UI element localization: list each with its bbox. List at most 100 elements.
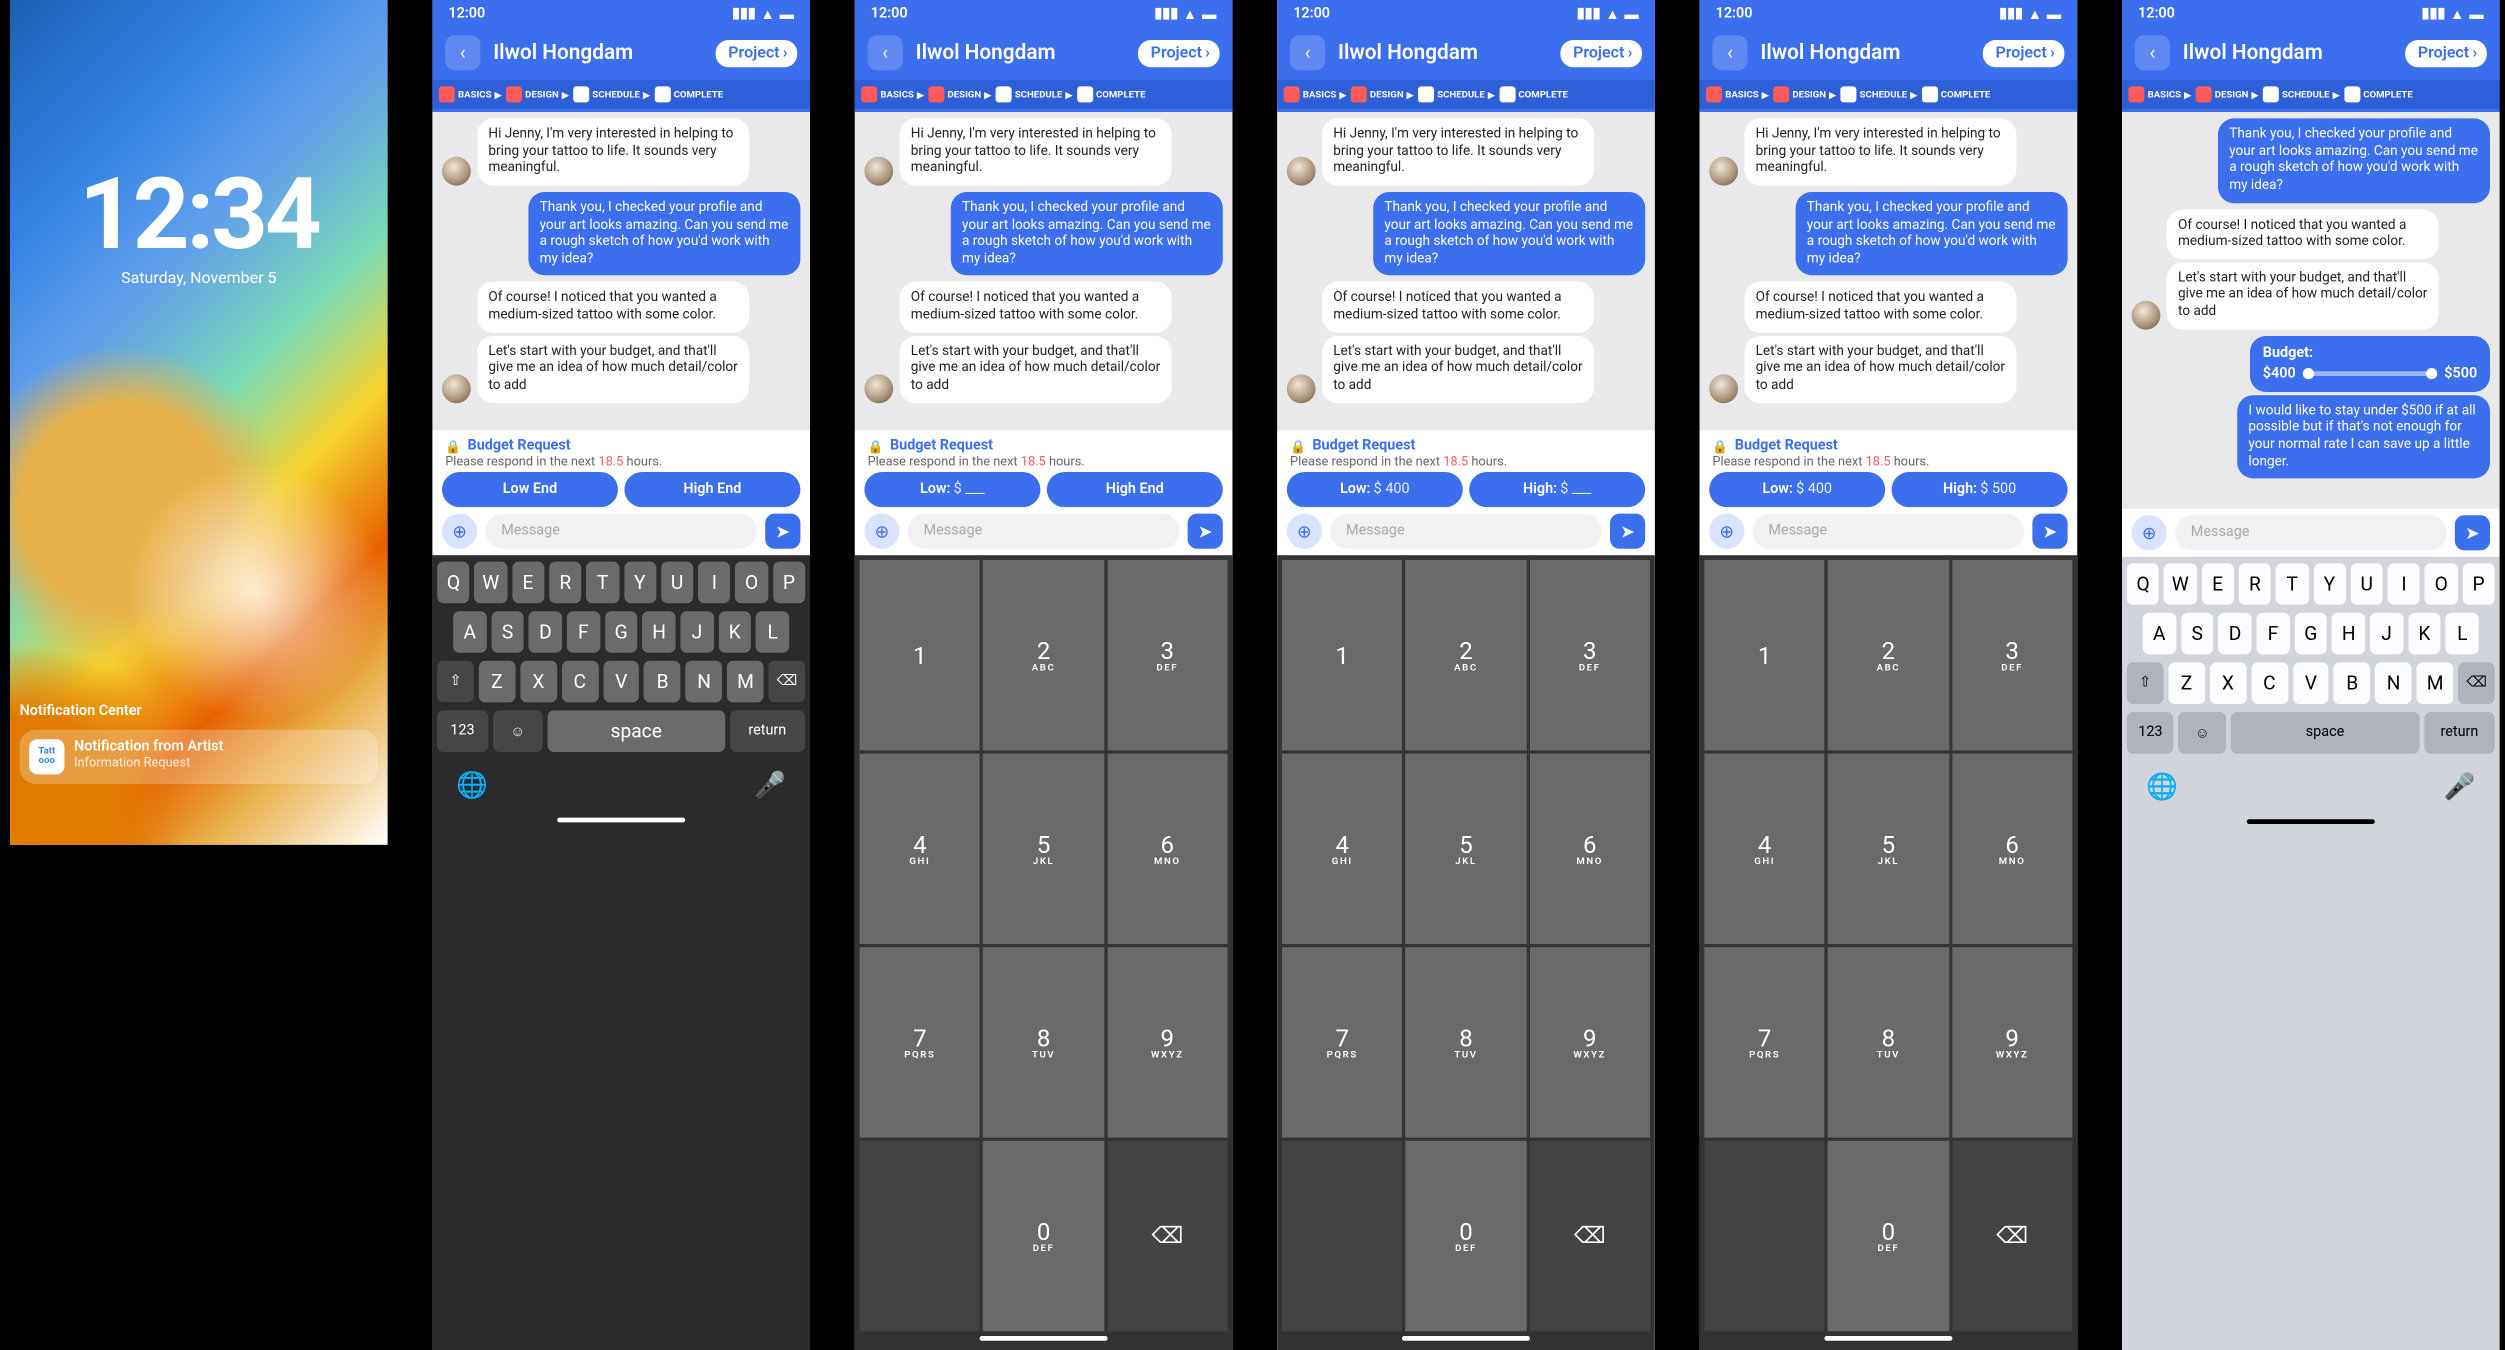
phone-lockscreen: 12:00 ▮▮▮ ▲ ▬ 12:34 Saturday, November 5… bbox=[10, 0, 388, 845]
budget-request-title: 🔒Budget Request bbox=[445, 438, 797, 454]
notification-card[interactable]: Tatt ooo Notification from Artist Inform… bbox=[20, 730, 378, 784]
chevron-right-icon: › bbox=[783, 44, 788, 62]
numbers-key[interactable]: 123 bbox=[437, 710, 488, 752]
mic-icon[interactable]: 🎤 bbox=[754, 770, 786, 800]
attach-button[interactable]: ⊕ bbox=[442, 514, 477, 549]
pill-complete[interactable]: COMPLETE bbox=[654, 85, 723, 104]
back-button[interactable]: ‹ bbox=[1290, 35, 1325, 70]
key-del[interactable]: ⌫ bbox=[1950, 1139, 2074, 1333]
space-key[interactable]: space bbox=[548, 710, 725, 752]
key-2[interactable]: 2ABC bbox=[982, 558, 1106, 752]
attach-button[interactable]: ⊕ bbox=[1709, 514, 1744, 549]
back-button[interactable]: ‹ bbox=[2135, 35, 2170, 70]
key-4[interactable]: 4GHI bbox=[858, 752, 982, 946]
mic-icon[interactable]: 🎤 bbox=[2444, 771, 2476, 801]
key[interactable]: Q bbox=[437, 562, 469, 604]
home-indicator[interactable] bbox=[980, 1336, 1108, 1341]
phone-chat-3: 12:00▮▮▮▲▬ ‹Ilwol HongdamProject› BASICS… bbox=[1277, 0, 1655, 1350]
high-input-button[interactable]: High: $ ___ bbox=[1469, 472, 1645, 507]
numbers-key[interactable]: 123 bbox=[2127, 712, 2174, 754]
project-button[interactable]: Project› bbox=[1560, 39, 1642, 66]
budget-low-value: $400 bbox=[2263, 366, 2296, 382]
message-input[interactable]: Message bbox=[1752, 514, 2024, 549]
key-8[interactable]: 8TUV bbox=[982, 946, 1106, 1140]
msg-in: Of course! I noticed that you wanted a m… bbox=[477, 282, 749, 332]
emoji-key[interactable]: ☺ bbox=[493, 710, 544, 752]
key-del[interactable]: ⌫ bbox=[1105, 1139, 1229, 1333]
avatar bbox=[442, 157, 471, 186]
attach-button[interactable]: ⊕ bbox=[864, 514, 899, 549]
lock-icon: 🔒 bbox=[1290, 439, 1306, 453]
budget-slider[interactable] bbox=[2305, 371, 2434, 376]
backspace-key[interactable]: ⌫ bbox=[2458, 662, 2495, 704]
key-7[interactable]: 7PQRS bbox=[858, 946, 982, 1140]
key-6[interactable]: 6MNO bbox=[1105, 752, 1229, 946]
avatar bbox=[442, 374, 471, 403]
progress-pills: BASICS▸ DESIGN▸ SCHEDULE▸ COMPLETE bbox=[432, 80, 810, 109]
keyboard-qwerty-light[interactable]: QWERTYUIOP ASDFGHJKL ⇧ZXCVBNM⌫ 123☺space… bbox=[2122, 557, 2500, 1350]
lock-time: 12:34 bbox=[10, 157, 388, 274]
phone-chat-5: 12:00▮▮▮▲▬ ‹Ilwol HongdamProject› BASICS… bbox=[2122, 0, 2500, 1350]
home-indicator[interactable] bbox=[2247, 819, 2375, 824]
battery-icon: ▬ bbox=[780, 6, 794, 24]
send-button[interactable]: ➤ bbox=[2032, 514, 2067, 549]
pill-design[interactable]: DESIGN▸ bbox=[506, 85, 568, 104]
back-button[interactable]: ‹ bbox=[1712, 35, 1747, 70]
backspace-key[interactable]: ⌫ bbox=[769, 661, 806, 703]
project-button[interactable]: Project› bbox=[1138, 39, 1220, 66]
send-button[interactable]: ➤ bbox=[765, 514, 800, 549]
key-9[interactable]: 9WXYZ bbox=[1105, 946, 1229, 1140]
lock-icon: 🔒 bbox=[445, 439, 461, 453]
home-indicator[interactable] bbox=[557, 818, 685, 823]
send-button[interactable]: ➤ bbox=[2455, 515, 2490, 550]
high-500-button[interactable]: High: $ 500 bbox=[1892, 472, 2068, 507]
shift-key[interactable]: ⇧ bbox=[437, 661, 474, 703]
low-400-button[interactable]: Low: $ 400 bbox=[1709, 472, 1885, 507]
message-input[interactable]: Message bbox=[1330, 514, 1602, 549]
keyboard-numpad[interactable]: 12ABC3DEF 4GHI5JKL6MNO 7PQRS8TUV9WXYZ 0D… bbox=[1277, 555, 1655, 1350]
pill-basics[interactable]: BASICS▸ bbox=[439, 85, 501, 104]
high-end-button[interactable]: High End bbox=[624, 472, 800, 507]
msg-in: Hi Jenny, I'm very interested in helping… bbox=[477, 118, 749, 185]
key-0[interactable]: 0DEF bbox=[982, 1139, 1106, 1333]
pill-schedule[interactable]: SCHEDULE▸ bbox=[573, 85, 649, 104]
lock-icon: 🔒 bbox=[868, 439, 884, 453]
attach-button[interactable]: ⊕ bbox=[2132, 515, 2167, 550]
budget-panel: Budget: $400$500 bbox=[2250, 335, 2490, 391]
return-key[interactable]: return bbox=[2424, 712, 2495, 754]
attach-button[interactable]: ⊕ bbox=[1287, 514, 1322, 549]
send-button[interactable]: ➤ bbox=[1188, 514, 1223, 549]
high-end-button[interactable]: High End bbox=[1047, 472, 1223, 507]
return-key[interactable]: return bbox=[729, 710, 805, 752]
back-button[interactable]: ‹ bbox=[868, 35, 903, 70]
msg-out: Thank you, I checked your profile and yo… bbox=[528, 192, 800, 276]
send-button[interactable]: ➤ bbox=[1610, 514, 1645, 549]
key-del[interactable]: ⌫ bbox=[1528, 1139, 1652, 1333]
message-input[interactable]: Message bbox=[485, 514, 757, 549]
notif-subtitle: Information Request bbox=[74, 755, 223, 769]
globe-icon[interactable]: 🌐 bbox=[2146, 771, 2178, 801]
chat-title: Ilwol Hongdam bbox=[916, 41, 1138, 65]
globe-icon[interactable]: 🌐 bbox=[456, 770, 488, 800]
space-key[interactable]: space bbox=[2231, 712, 2420, 754]
key-5[interactable]: 5JKL bbox=[982, 752, 1106, 946]
wifi-icon: ▲ bbox=[761, 6, 775, 24]
project-button[interactable]: Project› bbox=[2405, 39, 2487, 66]
keyboard-numpad[interactable]: 12ABC3DEF 4GHI5JKL6MNO 7PQRS8TUV9WXYZ 0D… bbox=[855, 555, 1233, 1350]
keyboard-numpad[interactable]: 12ABC3DEF 4GHI5JKL6MNO 7PQRS8TUV9WXYZ 0D… bbox=[1700, 555, 2078, 1350]
low-end-button[interactable]: Low End bbox=[442, 472, 618, 507]
message-input[interactable]: Message bbox=[2175, 515, 2447, 550]
message-input[interactable]: Message bbox=[908, 514, 1180, 549]
low-400-button[interactable]: Low: $ 400 bbox=[1287, 472, 1463, 507]
project-button[interactable]: Project› bbox=[715, 39, 797, 66]
msg-out: I would like to stay under $500 if at al… bbox=[2237, 395, 2490, 479]
low-input-button[interactable]: Low: $ ___ bbox=[864, 472, 1040, 507]
key-3[interactable]: 3DEF bbox=[1105, 558, 1229, 752]
phone-chat-4: 12:00▮▮▮▲▬ ‹Ilwol HongdamProject› BASICS… bbox=[1700, 0, 2078, 1350]
project-button[interactable]: Project› bbox=[1983, 39, 2065, 66]
shift-key[interactable]: ⇧ bbox=[2127, 662, 2164, 704]
back-button[interactable]: ‹ bbox=[445, 35, 480, 70]
keyboard-qwerty[interactable]: QWERTYUIOP ASDFGHJKL ⇧ZXCVBNM⌫ 123☺space… bbox=[432, 555, 810, 1350]
key-1[interactable]: 1 bbox=[858, 558, 982, 752]
emoji-key[interactable]: ☺ bbox=[2179, 712, 2226, 754]
